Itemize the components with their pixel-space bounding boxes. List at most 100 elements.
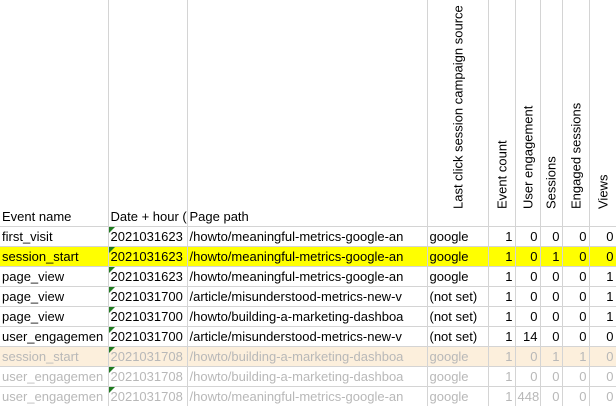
cell-date-hour[interactable]: 2021031623: [108, 246, 188, 267]
header-views-wrap: Views: [590, 2, 616, 226]
cell-sessions[interactable]: 1: [540, 346, 563, 367]
cell-sessions[interactable]: 0: [540, 326, 563, 347]
cell-page-path[interactable]: /howto/meaningful-metrics-google-an: [187, 266, 428, 287]
cell-source[interactable]: google: [427, 346, 489, 367]
cell-sessions[interactable]: 1: [540, 246, 563, 267]
cell-sessions[interactable]: 0: [540, 366, 563, 387]
header-page-path[interactable]: Page path: [187, 0, 428, 227]
cell-source[interactable]: (not set): [427, 286, 489, 307]
cell-page-path[interactable]: /howto/building-a-marketing-dashboa: [187, 366, 428, 387]
header-source-label: Last click session campaign source: [450, 5, 465, 209]
cell-event-name[interactable]: page_view: [0, 306, 109, 327]
cell-event-name[interactable]: user_engagemen: [0, 386, 109, 406]
cell-user-engagement[interactable]: 0: [515, 306, 541, 327]
cell-event-name[interactable]: user_engagemen: [0, 326, 109, 347]
cell-date-hour[interactable]: 2021031708: [108, 366, 188, 387]
table-row: user_engagemen 2021031708/howto/meaningfu…: [0, 386, 616, 406]
header-user-engagement-wrap: User engagement: [516, 2, 540, 226]
cell-views[interactable]: 1: [589, 306, 616, 327]
cell-event-count[interactable]: 1: [488, 346, 516, 367]
header-views[interactable]: Views: [589, 0, 616, 227]
cell-date-hour[interactable]: 2021031708: [108, 386, 188, 406]
cell-event-name[interactable]: session_start: [0, 246, 109, 267]
cell-source[interactable]: google: [427, 266, 489, 287]
cell-event-count[interactable]: 1: [488, 326, 516, 347]
header-sessions[interactable]: Sessions: [540, 0, 563, 227]
cell-date-hour[interactable]: 2021031700: [108, 306, 188, 327]
cell-event-count[interactable]: 1: [488, 246, 516, 267]
cell-sessions[interactable]: 0: [540, 386, 563, 406]
cell-views[interactable]: 0: [589, 326, 616, 347]
header-source[interactable]: Last click session campaign source: [427, 0, 489, 227]
header-event-name[interactable]: Event name: [0, 0, 109, 227]
cell-source[interactable]: google: [427, 226, 489, 247]
cell-page-path[interactable]: /article/misunderstood-metrics-new-v: [187, 286, 428, 307]
cell-event-name[interactable]: page_view: [0, 286, 109, 307]
header-engaged-sessions-label: Engaged sessions: [568, 102, 583, 209]
cell-engaged-sessions[interactable]: 1: [562, 346, 590, 367]
header-event-count[interactable]: Event count: [488, 0, 516, 227]
cell-source[interactable]: (not set): [427, 306, 489, 327]
cell-page-path[interactable]: /howto/building-a-marketing-dashboa: [187, 346, 428, 367]
cell-engaged-sessions[interactable]: 0: [562, 286, 590, 307]
cell-user-engagement[interactable]: 0: [515, 366, 541, 387]
cell-views[interactable]: 0: [589, 366, 616, 387]
cell-user-engagement[interactable]: 14: [515, 326, 541, 347]
cell-date-hour[interactable]: 2021031700: [108, 286, 188, 307]
cell-sessions[interactable]: 0: [540, 286, 563, 307]
header-source-wrap: Last click session campaign source: [428, 2, 488, 226]
cell-user-engagement[interactable]: 0: [515, 246, 541, 267]
header-event-count-wrap: Event count: [489, 2, 515, 226]
cell-event-name[interactable]: session_start: [0, 346, 109, 367]
cell-event-name[interactable]: first_visit: [0, 226, 109, 247]
cell-date-hour[interactable]: 2021031700: [108, 326, 188, 347]
cell-views[interactable]: 0: [589, 226, 616, 247]
cell-user-engagement[interactable]: 0: [515, 226, 541, 247]
cell-user-engagement[interactable]: 0: [515, 346, 541, 367]
cell-event-count[interactable]: 1: [488, 226, 516, 247]
cell-user-engagement[interactable]: 0: [515, 266, 541, 287]
cell-user-engagement[interactable]: 448: [515, 386, 541, 406]
cell-page-path[interactable]: /howto/meaningful-metrics-google-an: [187, 246, 428, 267]
cell-engaged-sessions[interactable]: 0: [562, 386, 590, 406]
cell-event-count[interactable]: 1: [488, 366, 516, 387]
cell-event-name[interactable]: page_view: [0, 266, 109, 287]
cell-sessions[interactable]: 0: [540, 306, 563, 327]
cell-engaged-sessions[interactable]: 0: [562, 266, 590, 287]
cell-event-name[interactable]: user_engagemen: [0, 366, 109, 387]
cell-event-count[interactable]: 1: [488, 306, 516, 327]
cell-source[interactable]: google: [427, 386, 489, 406]
cell-event-count[interactable]: 1: [488, 286, 516, 307]
cell-page-path[interactable]: /howto/meaningful-metrics-google-an: [187, 386, 428, 406]
cell-event-count[interactable]: 1: [488, 386, 516, 406]
cell-sessions[interactable]: 0: [540, 266, 563, 287]
cell-views[interactable]: 0: [589, 246, 616, 267]
cell-engaged-sessions[interactable]: 0: [562, 306, 590, 327]
table-row: page_view 2021031623/howto/meaningful-met…: [0, 266, 616, 287]
cell-source[interactable]: (not set): [427, 326, 489, 347]
cell-views[interactable]: 0: [589, 346, 616, 367]
cell-engaged-sessions[interactable]: 0: [562, 226, 590, 247]
cell-engaged-sessions[interactable]: 0: [562, 246, 590, 267]
cell-page-path[interactable]: /howto/meaningful-metrics-google-an: [187, 226, 428, 247]
header-engaged-sessions-wrap: Engaged sessions: [563, 2, 589, 226]
table-row: page_view 2021031700/article/misunderstoo…: [0, 286, 616, 307]
cell-views[interactable]: 1: [589, 266, 616, 287]
cell-source[interactable]: google: [427, 246, 489, 267]
cell-date-hour[interactable]: 2021031623: [108, 226, 188, 247]
cell-date-hour[interactable]: 2021031623: [108, 266, 188, 287]
cell-event-count[interactable]: 1: [488, 266, 516, 287]
cell-date-hour[interactable]: 2021031708: [108, 346, 188, 367]
cell-engaged-sessions[interactable]: 0: [562, 366, 590, 387]
cell-views[interactable]: 0: [589, 386, 616, 406]
header-date-hour[interactable]: Date + hour (: [108, 0, 188, 227]
cell-sessions[interactable]: 0: [540, 226, 563, 247]
cell-page-path[interactable]: /article/misunderstood-metrics-new-v: [187, 326, 428, 347]
cell-engaged-sessions[interactable]: 0: [562, 326, 590, 347]
cell-views[interactable]: 1: [589, 286, 616, 307]
header-user-engagement[interactable]: User engagement: [515, 0, 541, 227]
cell-user-engagement[interactable]: 0: [515, 286, 541, 307]
cell-source[interactable]: google: [427, 366, 489, 387]
header-engaged-sessions[interactable]: Engaged sessions: [562, 0, 590, 227]
cell-page-path[interactable]: /howto/building-a-marketing-dashboa: [187, 306, 428, 327]
